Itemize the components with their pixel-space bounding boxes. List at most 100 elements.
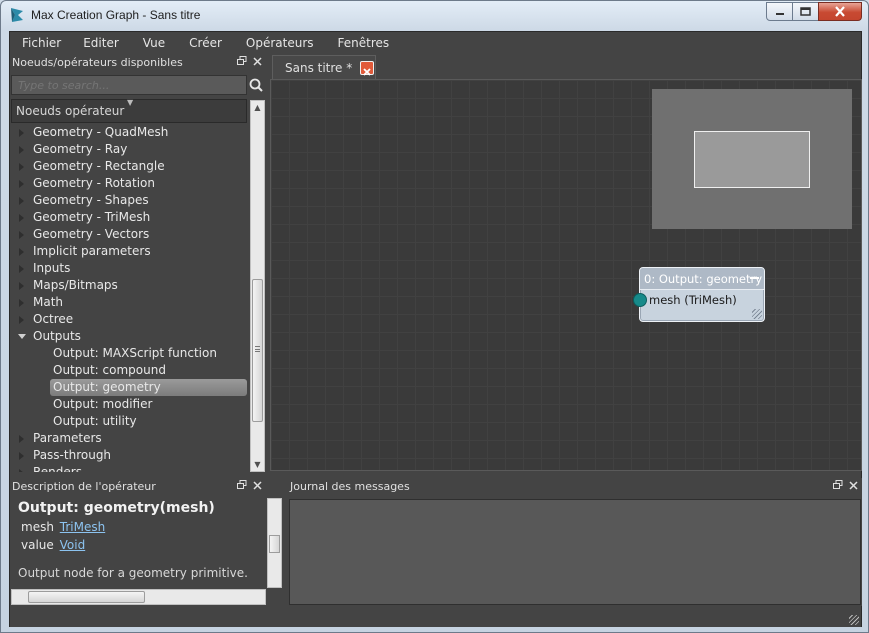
- float-panel-icon[interactable]: [237, 54, 247, 72]
- description-horizontal-scrollbar[interactable]: [11, 589, 266, 605]
- param-name: mesh: [21, 520, 54, 534]
- collapsed-arrow-icon[interactable]: [19, 197, 24, 205]
- tree-category-item[interactable]: Math: [11, 294, 247, 311]
- window-resize-grip-icon[interactable]: [849, 615, 859, 625]
- tree-category-item[interactable]: Inputs: [11, 260, 247, 277]
- tree-category-item[interactable]: Geometry - Rectangle: [11, 158, 247, 175]
- close-panel-icon[interactable]: [848, 478, 858, 496]
- close-icon: [363, 68, 371, 76]
- collapsed-arrow-icon[interactable]: [19, 146, 24, 154]
- collapsed-arrow-icon[interactable]: [19, 435, 24, 443]
- menu-creer[interactable]: Créer: [181, 36, 230, 50]
- tree-child-item[interactable]: Output: utility: [11, 413, 247, 430]
- menu-vue[interactable]: Vue: [135, 36, 173, 50]
- tree-item-label: Geometry - Vectors: [33, 227, 150, 241]
- message-log-panel: Journal des messages: [288, 478, 862, 606]
- message-log[interactable]: [289, 499, 861, 605]
- tree-category-item[interactable]: Geometry - Shapes: [11, 192, 247, 209]
- float-panel-icon[interactable]: [833, 478, 843, 496]
- scroll-thumb[interactable]: [28, 591, 145, 603]
- node-search-input[interactable]: [11, 75, 247, 95]
- tree-category-item[interactable]: Pass-through: [11, 447, 247, 464]
- tree-column-header[interactable]: Noeuds opérateur ▼: [11, 99, 247, 123]
- minimap-viewport[interactable]: [694, 131, 810, 188]
- client-area: Fichier Editer Vue Créer Opérateurs Fenê…: [9, 31, 862, 627]
- tree-category-item[interactable]: Renders: [11, 464, 247, 472]
- tree-item-label: Renders: [33, 465, 82, 472]
- tree-category-item[interactable]: Geometry - TriMesh: [11, 209, 247, 226]
- max-creation-graph-app-icon: [11, 8, 23, 22]
- tree-item-label: Pass-through: [33, 448, 112, 462]
- node-resize-grip-icon[interactable]: [752, 309, 762, 319]
- maximize-icon: [800, 7, 811, 16]
- application-window: Max Creation Graph - Sans titre Fichier …: [0, 0, 869, 633]
- node-input-port[interactable]: [633, 293, 647, 307]
- tree-item-label: Output: modifier: [53, 397, 153, 411]
- menu-editer[interactable]: Editer: [75, 36, 127, 50]
- menu-operateurs[interactable]: Opérateurs: [238, 36, 322, 50]
- operator-heading: Output: geometry(mesh): [18, 500, 215, 516]
- node-tree-scrollbar[interactable]: ▲ ▼: [250, 100, 265, 472]
- param-type-link[interactable]: Void: [60, 538, 86, 552]
- maximize-button[interactable]: [792, 2, 819, 21]
- tree-category-item[interactable]: Geometry - Vectors: [11, 226, 247, 243]
- tree-child-item[interactable]: Output: geometry: [11, 379, 247, 396]
- collapsed-arrow-icon[interactable]: [19, 129, 24, 137]
- menu-fenetres[interactable]: Fenêtres: [330, 36, 398, 50]
- collapsed-arrow-icon[interactable]: [19, 316, 24, 324]
- collapsed-arrow-icon[interactable]: [19, 469, 24, 472]
- tree-category-item[interactable]: Geometry - Rotation: [11, 175, 247, 192]
- close-window-button[interactable]: [818, 2, 862, 21]
- title-bar[interactable]: Max Creation Graph - Sans titre: [1, 1, 868, 29]
- canvas-minimap[interactable]: [652, 89, 852, 229]
- collapsed-arrow-icon[interactable]: [19, 299, 24, 307]
- collapsed-arrow-icon[interactable]: [19, 231, 24, 239]
- tab-sans-titre[interactable]: Sans titre *: [272, 55, 376, 80]
- minimize-icon: [775, 12, 784, 15]
- description-panel-title: Description de l'opérateur: [12, 480, 156, 493]
- close-tab-button[interactable]: [360, 61, 374, 76]
- close-panel-icon[interactable]: [252, 54, 262, 72]
- collapsed-arrow-icon[interactable]: [19, 265, 24, 273]
- collapsed-arrow-icon[interactable]: [19, 214, 24, 222]
- close-icon: [835, 6, 845, 17]
- minimize-button[interactable]: [766, 2, 793, 21]
- tree-child-item[interactable]: Output: compound: [11, 362, 247, 379]
- scroll-thumb[interactable]: [269, 535, 280, 553]
- editor-tab-bar: Sans titre *: [270, 54, 863, 80]
- tree-category-item[interactable]: Octree: [11, 311, 247, 328]
- tree-category-item[interactable]: Geometry - QuadMesh: [11, 124, 247, 141]
- description-panel: Description de l'opérateur Output: geome…: [10, 478, 282, 606]
- search-button[interactable]: [248, 75, 265, 95]
- graph-canvas[interactable]: 0: Output: geometry mesh (TriMesh): [270, 79, 862, 471]
- collapsed-arrow-icon[interactable]: [19, 180, 24, 188]
- sort-arrow-icon: ▼: [127, 98, 134, 107]
- tree-category-item[interactable]: Geometry - Ray: [11, 141, 247, 158]
- close-panel-icon[interactable]: [252, 478, 262, 496]
- collapsed-arrow-icon[interactable]: [19, 248, 24, 256]
- scroll-thumb[interactable]: [252, 279, 263, 422]
- tree-item-label: Implicit parameters: [33, 244, 151, 258]
- output-geometry-node[interactable]: 0: Output: geometry mesh (TriMesh): [633, 267, 765, 322]
- menu-fichier[interactable]: Fichier: [14, 36, 69, 50]
- expanded-arrow-icon[interactable]: [18, 334, 26, 339]
- tree-category-item[interactable]: Parameters: [11, 430, 247, 447]
- tree-category-item[interactable]: Maps/Bitmaps: [11, 277, 247, 294]
- tree-child-item[interactable]: Output: modifier: [11, 396, 247, 413]
- scroll-down-arrow-icon[interactable]: ▼: [251, 458, 264, 471]
- description-content: Output: geometry(mesh) mesh TriMesh valu…: [11, 497, 265, 587]
- tree-category-item[interactable]: Outputs: [11, 328, 247, 345]
- scroll-up-arrow-icon[interactable]: ▲: [251, 101, 264, 114]
- collapsed-arrow-icon[interactable]: [19, 282, 24, 290]
- description-vertical-scrollbar[interactable]: [267, 498, 282, 588]
- node-collapse-icon[interactable]: [750, 277, 759, 279]
- nodes-panel: Noeuds/opérateurs disponibles Noeuds opé…: [10, 54, 266, 472]
- node-title[interactable]: 0: Output: geometry: [640, 268, 764, 290]
- tree-item-label: Outputs: [33, 329, 81, 343]
- collapsed-arrow-icon[interactable]: [19, 452, 24, 460]
- tree-category-item[interactable]: Implicit parameters: [11, 243, 247, 260]
- tree-child-item[interactable]: Output: MAXScript function: [11, 345, 247, 362]
- float-panel-icon[interactable]: [237, 478, 247, 496]
- collapsed-arrow-icon[interactable]: [19, 163, 24, 171]
- param-type-link[interactable]: TriMesh: [60, 520, 105, 534]
